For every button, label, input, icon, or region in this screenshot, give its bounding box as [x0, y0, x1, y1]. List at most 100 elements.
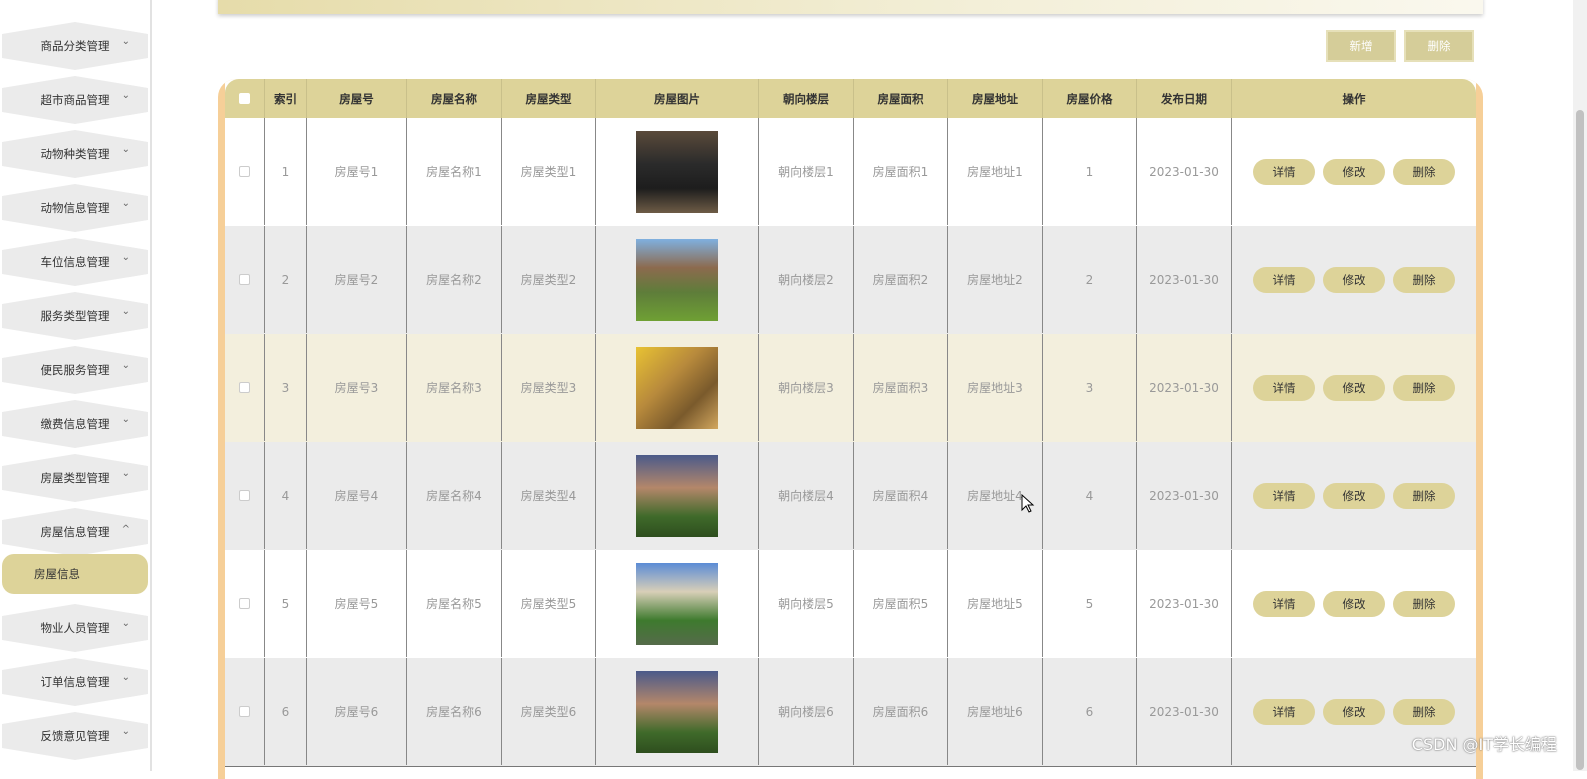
- cell-number: 房屋号5: [307, 550, 407, 657]
- sidebar: 商品分类管理 ⌄ 超市商品管理 ⌄ 动物种类管理 ⌄ 动物信息管理 ⌄ 车位信息管理 ⌄ …: [0, 0, 152, 771]
- sidebar-item-house-info[interactable]: 房屋信息管理 ^: [2, 508, 148, 556]
- edit-button[interactable]: 修改: [1323, 158, 1385, 185]
- cell-number: 房屋号3: [307, 334, 407, 441]
- cell-number: 房屋号6: [307, 658, 407, 765]
- cell-floor: 朝向楼层1: [759, 118, 854, 225]
- cell-number: 房屋号1: [307, 118, 407, 225]
- detail-button[interactable]: 详情: [1253, 698, 1315, 725]
- image-cell: [596, 550, 759, 657]
- cell-type: 房屋类型6: [502, 658, 596, 765]
- detail-button[interactable]: 详情: [1253, 374, 1315, 401]
- cell-index: 5: [265, 550, 307, 657]
- cell-floor: 朝向楼层5: [759, 550, 854, 657]
- chevron-down-icon: ⌄: [121, 36, 130, 47]
- header-actions: 操作: [1342, 91, 1366, 106]
- cell-type: 房屋类型3: [502, 334, 596, 441]
- sidebar-item-house-type[interactable]: 房屋类型管理 ⌄: [2, 454, 148, 502]
- delete-button[interactable]: 删除: [1393, 590, 1455, 617]
- chevron-down-icon: ⌄: [121, 672, 130, 683]
- house-image[interactable]: [636, 670, 718, 753]
- table-row: 2 房屋号2 房屋名称2 房屋类型2 朝向楼层2 房屋面积2 房屋地址2 2 2023-01-3…: [225, 226, 1476, 335]
- cell-price: 2: [1043, 226, 1137, 333]
- cell-index: 3: [265, 334, 307, 441]
- chevron-down-icon: ⌄: [121, 306, 130, 317]
- row-checkbox[interactable]: [239, 382, 250, 393]
- edit-button[interactable]: 修改: [1323, 374, 1385, 401]
- cell-area: 房屋面积3: [854, 334, 948, 441]
- cell-address: 房屋地址5: [948, 550, 1043, 657]
- edit-button[interactable]: 修改: [1323, 482, 1385, 509]
- batch-delete-button[interactable]: 删除: [1404, 30, 1474, 62]
- sidebar-item-label: 超市商品管理: [40, 93, 110, 107]
- mouse-cursor-icon: [1021, 494, 1035, 513]
- cell-name: 房屋名称4: [407, 442, 502, 549]
- chevron-down-icon: ⌄: [121, 252, 130, 263]
- detail-button[interactable]: 详情: [1253, 158, 1315, 185]
- row-checkbox[interactable]: [239, 274, 250, 285]
- sidebar-subitem-house-info[interactable]: 房屋信息: [2, 554, 148, 594]
- image-cell: [596, 118, 759, 225]
- chevron-down-icon: ⌄: [121, 198, 130, 209]
- sidebar-item-label: 反馈意见管理: [40, 729, 110, 743]
- sidebar-item-parking[interactable]: 车位信息管理 ⌄: [2, 238, 148, 286]
- detail-button[interactable]: 详情: [1253, 590, 1315, 617]
- header-name: 房屋名称: [407, 79, 502, 118]
- image-cell: [596, 226, 759, 333]
- scrollbar-thumb[interactable]: [1576, 110, 1584, 770]
- edit-button[interactable]: 修改: [1323, 266, 1385, 293]
- sidebar-item-convenience[interactable]: 便民服务管理 ⌄: [2, 346, 148, 394]
- cell-date: 2023-01-30: [1137, 226, 1232, 333]
- sidebar-item-staff[interactable]: 物业人员管理 ⌄: [2, 604, 148, 652]
- cell-floor: 朝向楼层6: [759, 658, 854, 765]
- sidebar-item-supermarket-goods[interactable]: 超市商品管理 ⌄: [2, 76, 148, 124]
- actions-cell: 详情 修改 删除: [1232, 550, 1476, 657]
- row-checkbox[interactable]: [239, 490, 250, 501]
- cell-floor: 朝向楼层2: [759, 226, 854, 333]
- detail-button[interactable]: 详情: [1253, 266, 1315, 293]
- sidebar-item-label: 房屋类型管理: [40, 471, 110, 485]
- sidebar-item-orders[interactable]: 订单信息管理 ⌄: [2, 658, 148, 706]
- edit-button[interactable]: 修改: [1323, 698, 1385, 725]
- house-image[interactable]: [636, 130, 718, 213]
- table-row: 6 房屋号6 房屋名称6 房屋类型6 朝向楼层6 房屋面积6 房屋地址6 6 2023-01-3…: [225, 658, 1476, 767]
- row-checkbox[interactable]: [239, 166, 250, 177]
- sidebar-item-service-type[interactable]: 服务类型管理 ⌄: [2, 292, 148, 340]
- delete-button[interactable]: 删除: [1393, 158, 1455, 185]
- edit-button[interactable]: 修改: [1323, 590, 1385, 617]
- sidebar-item-payment[interactable]: 缴费信息管理 ⌄: [2, 400, 148, 448]
- detail-button[interactable]: 详情: [1253, 482, 1315, 509]
- header-type: 房屋类型: [502, 79, 596, 118]
- chevron-down-icon: ⌄: [121, 726, 130, 737]
- row-checkbox[interactable]: [239, 598, 250, 609]
- house-image[interactable]: [636, 346, 718, 429]
- header-banner: [218, 0, 1483, 14]
- cell-name: 房屋名称6: [407, 658, 502, 765]
- house-image[interactable]: [636, 238, 718, 321]
- image-cell: [596, 442, 759, 549]
- delete-button[interactable]: 删除: [1393, 482, 1455, 509]
- sidebar-item-animal-info[interactable]: 动物信息管理 ⌄: [2, 184, 148, 232]
- select-cell: [225, 226, 265, 333]
- select-cell: [225, 334, 265, 441]
- cell-index: 2: [265, 226, 307, 333]
- cell-floor: 朝向楼层3: [759, 334, 854, 441]
- row-checkbox[interactable]: [239, 706, 250, 717]
- sidebar-item-animal-type[interactable]: 动物种类管理 ⌄: [2, 130, 148, 178]
- image-cell: [596, 334, 759, 441]
- sidebar-item-goods-category[interactable]: 商品分类管理 ⌄: [2, 22, 148, 70]
- delete-button[interactable]: 删除: [1393, 266, 1455, 293]
- add-button[interactable]: 新增: [1326, 30, 1396, 62]
- house-image[interactable]: [636, 562, 718, 645]
- house-image[interactable]: [636, 454, 718, 537]
- delete-button[interactable]: 删除: [1393, 698, 1455, 725]
- delete-button[interactable]: 删除: [1393, 374, 1455, 401]
- cell-name: 房屋名称3: [407, 334, 502, 441]
- sidebar-item-feedback[interactable]: 反馈意见管理 ⌄: [2, 712, 148, 760]
- header-price: 房屋价格: [1043, 79, 1137, 118]
- cell-date: 2023-01-30: [1137, 118, 1232, 225]
- sidebar-item-label: 便民服务管理: [40, 363, 110, 377]
- select-all-checkbox[interactable]: [239, 93, 250, 104]
- cell-number: 房屋号4: [307, 442, 407, 549]
- scrollbar[interactable]: [1573, 0, 1587, 771]
- cell-price: 5: [1043, 550, 1137, 657]
